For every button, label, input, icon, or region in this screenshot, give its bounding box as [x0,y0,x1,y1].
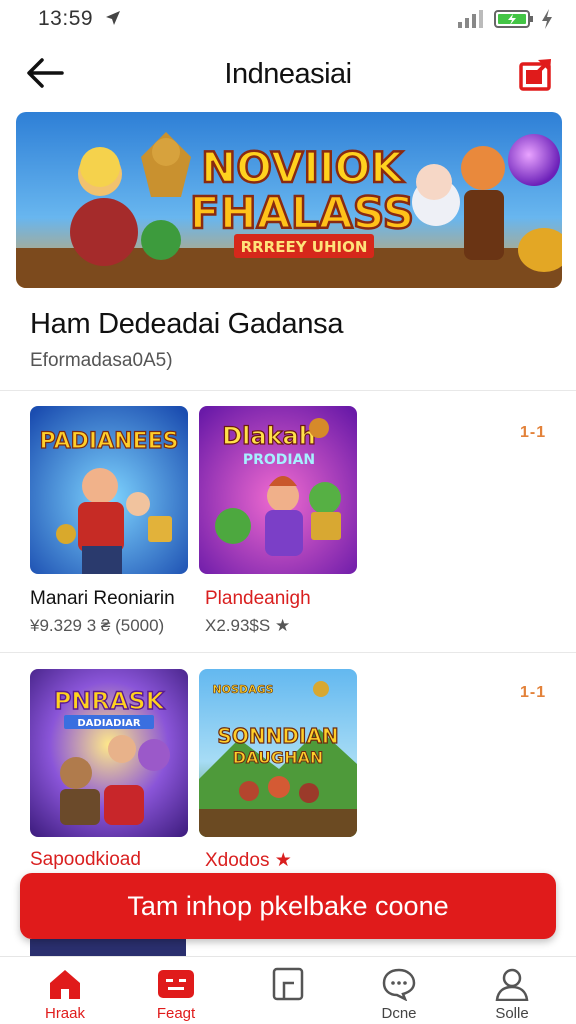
rank-label-3: 1-1 [520,684,547,701]
game-card-5-partial[interactable] [30,939,186,957]
nav-item-apps[interactable] [238,957,338,1024]
location-arrow-icon [106,11,120,25]
nav-label-games: Feagt [156,1005,196,1022]
nav-item-profile[interactable]: Solle [462,957,562,1024]
signal-icon [458,10,483,28]
featured-banner[interactable]: NOVIIOK FHALASS RRREEY UHION [16,112,562,288]
cover-subtitle-3: DADIADIAR [77,718,141,729]
primary-cta-button[interactable]: Tam inhop pkelbake coone [20,873,556,939]
banner-title-line2: FHALASS [190,188,414,239]
nav-item-chat[interactable]: Dcne [349,957,449,1024]
banner-tagline: RRREEY UHION [241,238,368,256]
cover-top-4: NOSDAGS [212,683,273,696]
game-meta-2: X2.93$S ★ [205,616,291,635]
game-title-3[interactable]: Sapoodkioad [30,849,141,871]
banner-title-line1: NOVIIOK [201,143,404,192]
nav-label-chat: Dcne [381,1005,417,1022]
cover-title-1: PADIANEES [40,429,179,454]
game-card-4[interactable]: NOSDAGS SONNDIAN DAUGHAN [199,669,357,837]
cover-subtitle-2: PRODIAN [243,452,315,468]
chat-icon [382,968,416,1001]
game-title-4[interactable]: Xdodos ★ [205,849,292,872]
divider [0,390,576,391]
charging-bolt-icon [542,9,552,29]
games-icon [158,970,194,998]
game-meta-1: ¥9.329 3 ₴ (5000) [30,616,165,635]
rank-label-1: 1-1 [520,424,547,441]
status-time: 13:59 [38,7,94,30]
apps-icon [272,967,304,1001]
game-title-1[interactable]: Manari Reoniarin [30,588,175,610]
page-title: Indneasiai [224,58,352,90]
section-title: Ham Dedeadai Gadansa [30,308,344,340]
home-icon [50,970,80,999]
bottom-navigation: Hraak Feagt Dcne Solle [0,956,576,1024]
nav-item-home[interactable]: Hraak [15,957,115,1024]
app-header: Indneasiai [0,42,576,104]
cover-subtitle-4: DAUGHAN [233,748,323,767]
nav-item-games[interactable]: Feagt [126,957,226,1024]
game-card-3[interactable]: PNRASK DADIADIAR [30,669,188,837]
status-bar: 13:59 [0,0,576,38]
cover-title-2: Dlakah [222,422,316,450]
section-subtitle: Eformadasa0A5) [30,350,173,371]
share-icon[interactable] [518,56,554,92]
profile-icon [495,968,529,1001]
back-arrow-icon[interactable] [26,56,66,90]
battery-icon [494,10,533,28]
game-card-2[interactable]: Dlakah PRODIAN [199,406,357,574]
nav-label-home: Hraak [44,1005,85,1022]
nav-label-profile: Solle [495,1005,529,1022]
game-title-2[interactable]: Plandeanigh [205,588,311,610]
divider [0,652,576,653]
game-card-1[interactable]: PADIANEES [30,406,188,574]
cover-title-4: SONNDIAN [217,724,338,748]
cover-title-3: PNRASK [54,687,166,715]
